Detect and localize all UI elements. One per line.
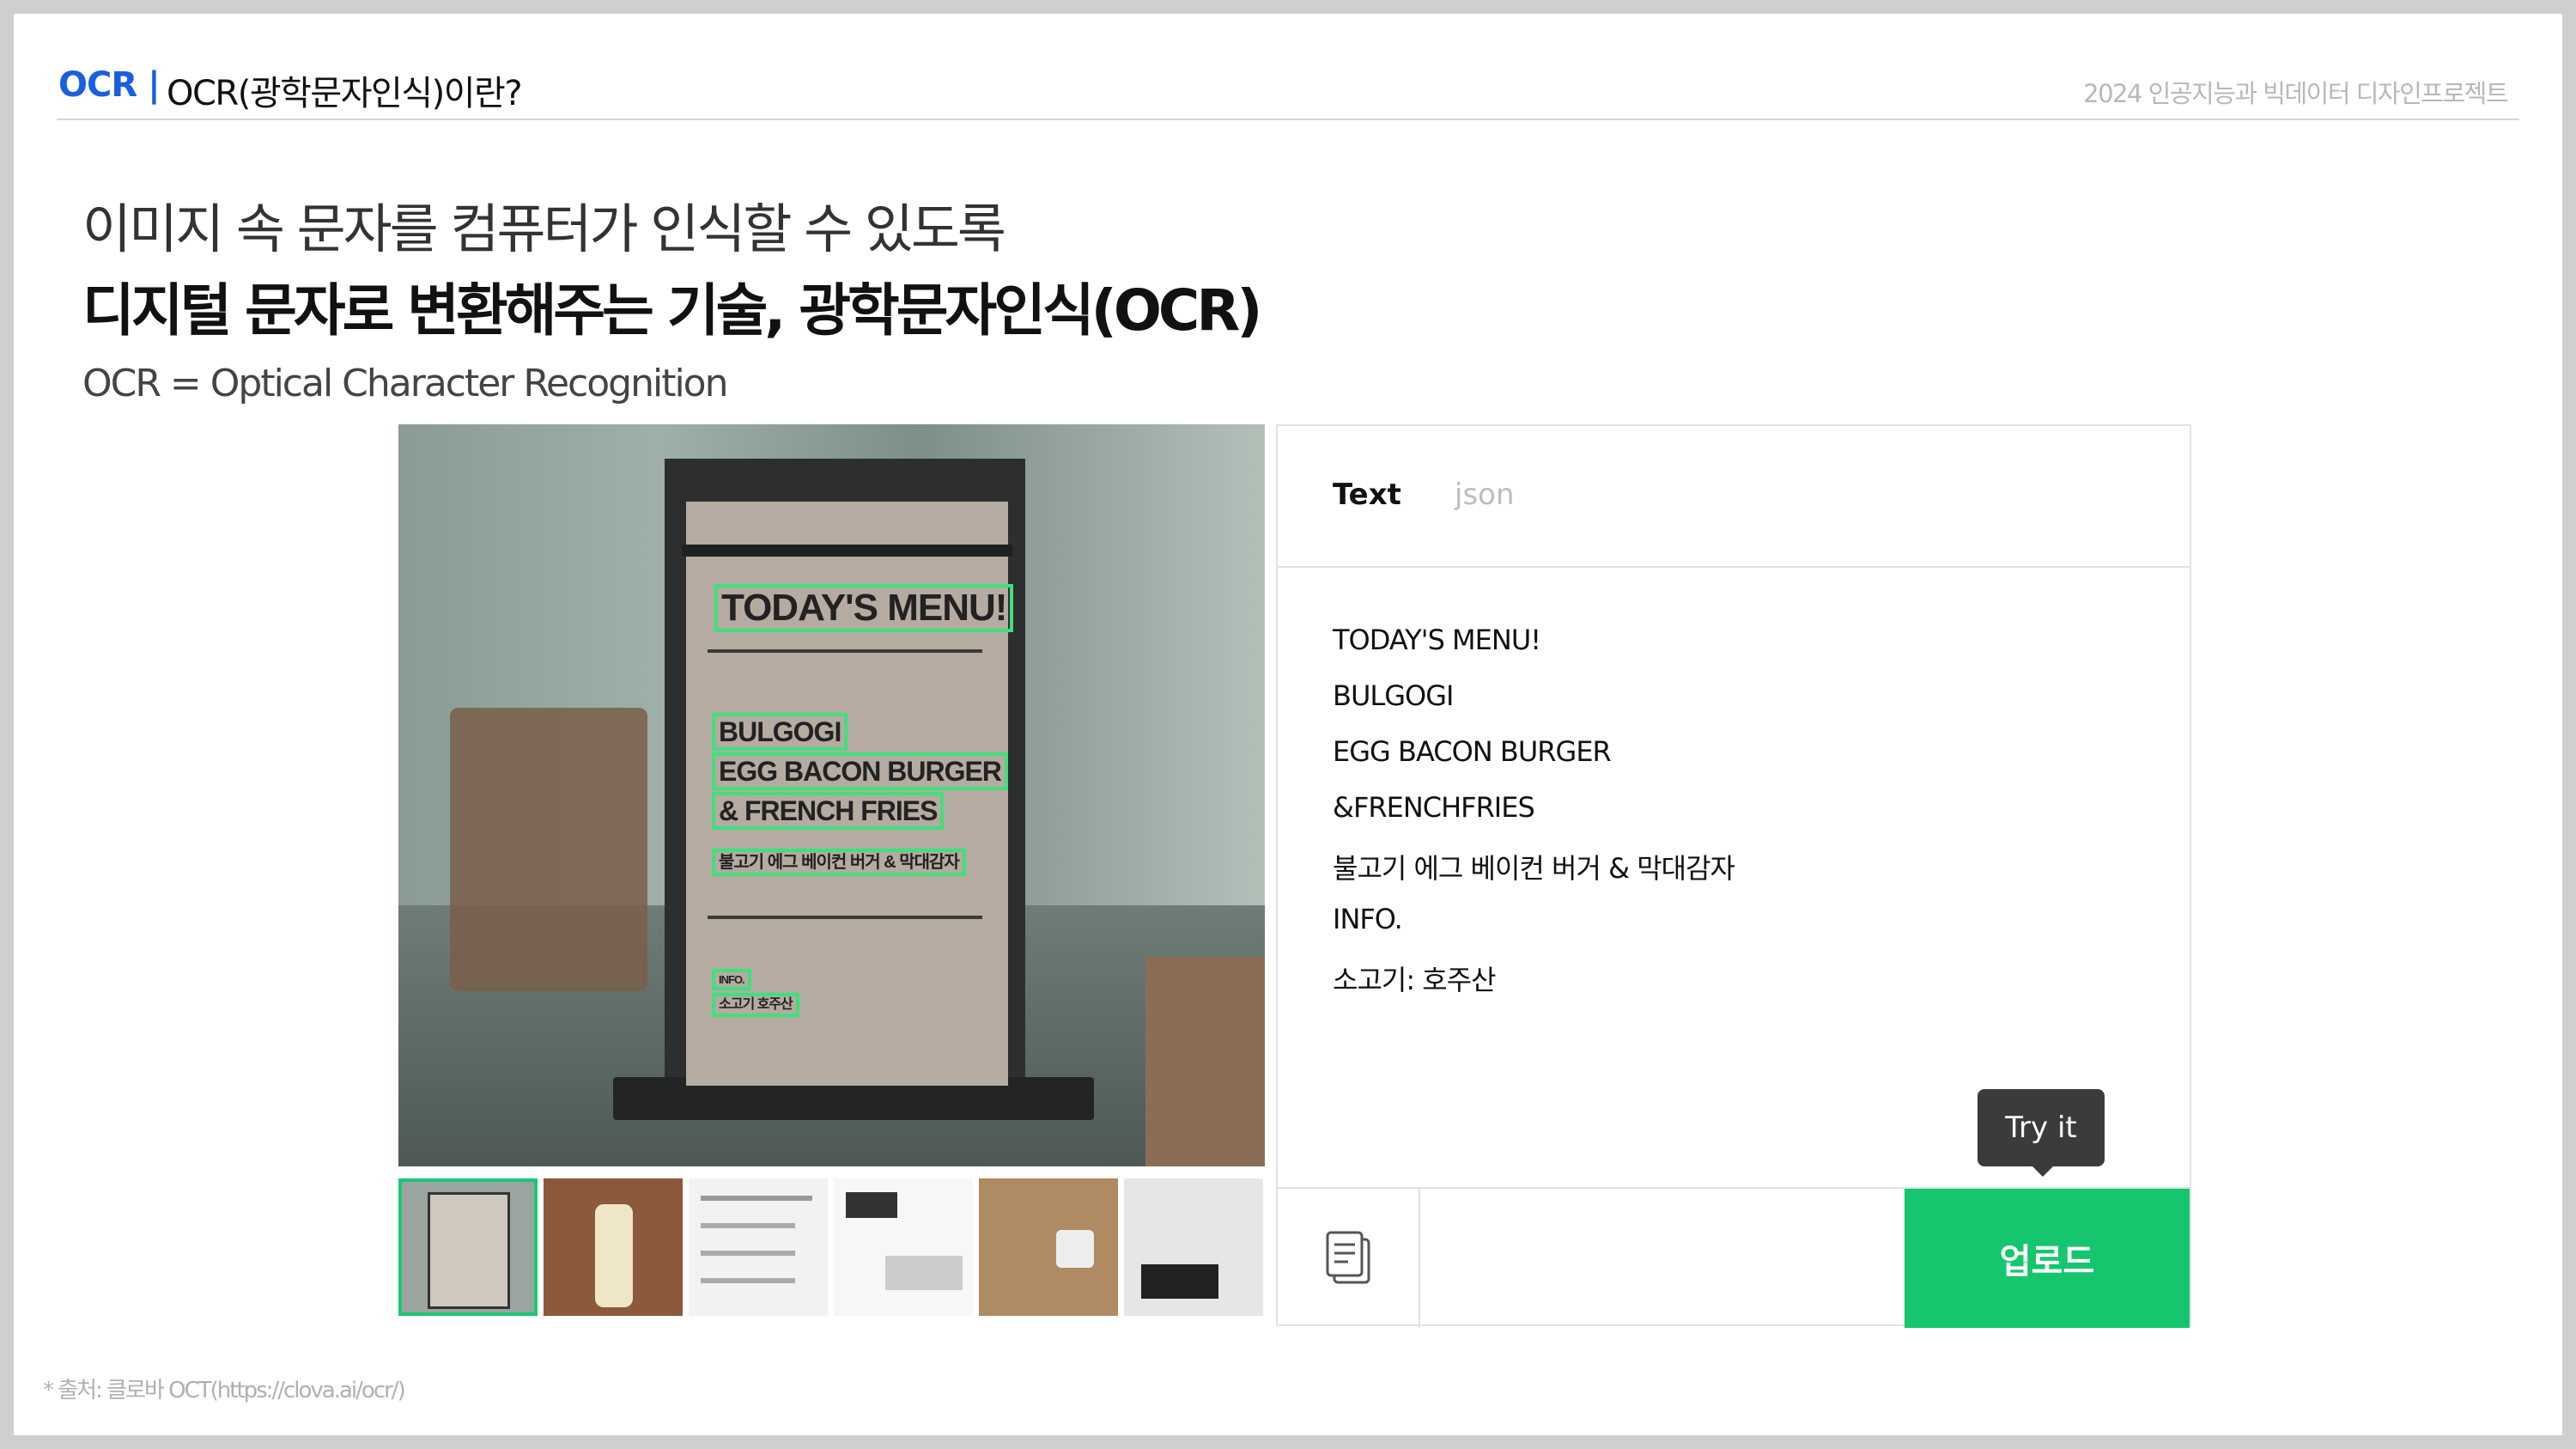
result-line: INFO. <box>1333 903 1403 935</box>
thumbnail-poster-body <box>885 1256 963 1290</box>
thumbnail-menu-card <box>428 1192 510 1309</box>
ocr-box: 불고기 에그 베이컨 버거 & 막대감자 <box>712 849 966 876</box>
thumbnail-poster[interactable] <box>834 1178 973 1316</box>
menu-divider <box>708 916 982 919</box>
thumbnail-text-line <box>701 1251 795 1256</box>
thumbnail-sign-text <box>1141 1264 1218 1299</box>
tab-text[interactable]: Text <box>1333 478 1401 512</box>
upload-button[interactable]: 업로드 <box>1905 1189 2190 1328</box>
thumbnail-can-shape <box>595 1204 633 1307</box>
result-line: EGG BACON BURGER <box>1333 735 1612 768</box>
thumbnail-wood-sign[interactable] <box>979 1178 1118 1316</box>
ocr-box: 소고기 호주산 <box>712 993 799 1017</box>
section-tag: OCR | <box>58 65 161 105</box>
action-bar: 업로드 <box>1278 1187 2190 1328</box>
thumbnail-instructions[interactable] <box>689 1178 828 1316</box>
headline-line-2: 디지털 문자로 변환해주는 기술, 광학문자인식(OCR) <box>82 277 1262 344</box>
thumbnail-sign-plate <box>1056 1230 1094 1268</box>
ocr-box: & FRENCH FRIES <box>712 792 945 830</box>
thumbnail-shop-sign[interactable] <box>1124 1178 1263 1316</box>
panel-divider <box>1278 566 2190 568</box>
headline-line-1: 이미지 속 문자를 컴퓨터가 인식할 수 있도록 <box>82 198 1006 260</box>
ocr-definition: OCR = Optical Character Recognition <box>82 362 728 405</box>
menu-divider <box>708 649 982 653</box>
photo-table <box>1145 957 1265 1166</box>
result-line: BULGOGI <box>1333 679 1454 712</box>
thumbnail-text-line <box>701 1278 795 1283</box>
ocr-box: INFO. <box>712 969 751 990</box>
ocr-box: BULGOGI <box>712 713 848 751</box>
ocr-result-panel: Text json TODAY'S MENU! BULGOGI EGG BACO… <box>1276 424 2191 1328</box>
copy-icon <box>1326 1231 1370 1284</box>
result-line: TODAY'S MENU! <box>1333 624 1541 656</box>
page-title: OCR(광학문자인식)이란? <box>167 74 523 113</box>
result-line: &FRENCHFRIES <box>1333 791 1535 824</box>
tooltip-arrow <box>2031 1165 2055 1177</box>
thumbnail-text-line <box>701 1223 795 1228</box>
ocr-result-text: TODAY'S MENU! BULGOGI EGG BACON BURGER &… <box>1333 624 1735 1014</box>
copy-button[interactable] <box>1278 1189 1420 1328</box>
photo-chair <box>450 708 647 991</box>
ocr-preview-image: TODAY'S MENU! BULGOGI EGG BACON BURGER &… <box>398 424 1265 1166</box>
project-label: 2024 인공지능과 빅데이터 디자인프로젝트 <box>2083 79 2508 108</box>
sample-thumbnails <box>398 1178 1265 1326</box>
thumbnail-can[interactable] <box>544 1178 683 1316</box>
header-divider <box>57 119 2519 120</box>
menu-clip-bar <box>682 545 1012 557</box>
thumbnail-poster-title <box>846 1192 897 1218</box>
result-line: 불고기 에그 베이컨 버거 & 막대감자 <box>1333 852 1735 885</box>
thumbnail-menu-stand[interactable] <box>398 1178 538 1316</box>
ocr-box: EGG BACON BURGER <box>712 752 1008 790</box>
ocr-box: TODAY'S MENU! <box>714 584 1014 632</box>
thumbnail-text-line <box>701 1196 812 1201</box>
tab-json[interactable]: json <box>1455 478 1515 512</box>
result-line: 소고기: 호주산 <box>1333 964 1497 996</box>
try-it-tooltip: Try it <box>1978 1089 2105 1166</box>
source-footnote: * 출처: 클로바 OCT(https://clova.ai/ocr/) <box>43 1378 406 1403</box>
